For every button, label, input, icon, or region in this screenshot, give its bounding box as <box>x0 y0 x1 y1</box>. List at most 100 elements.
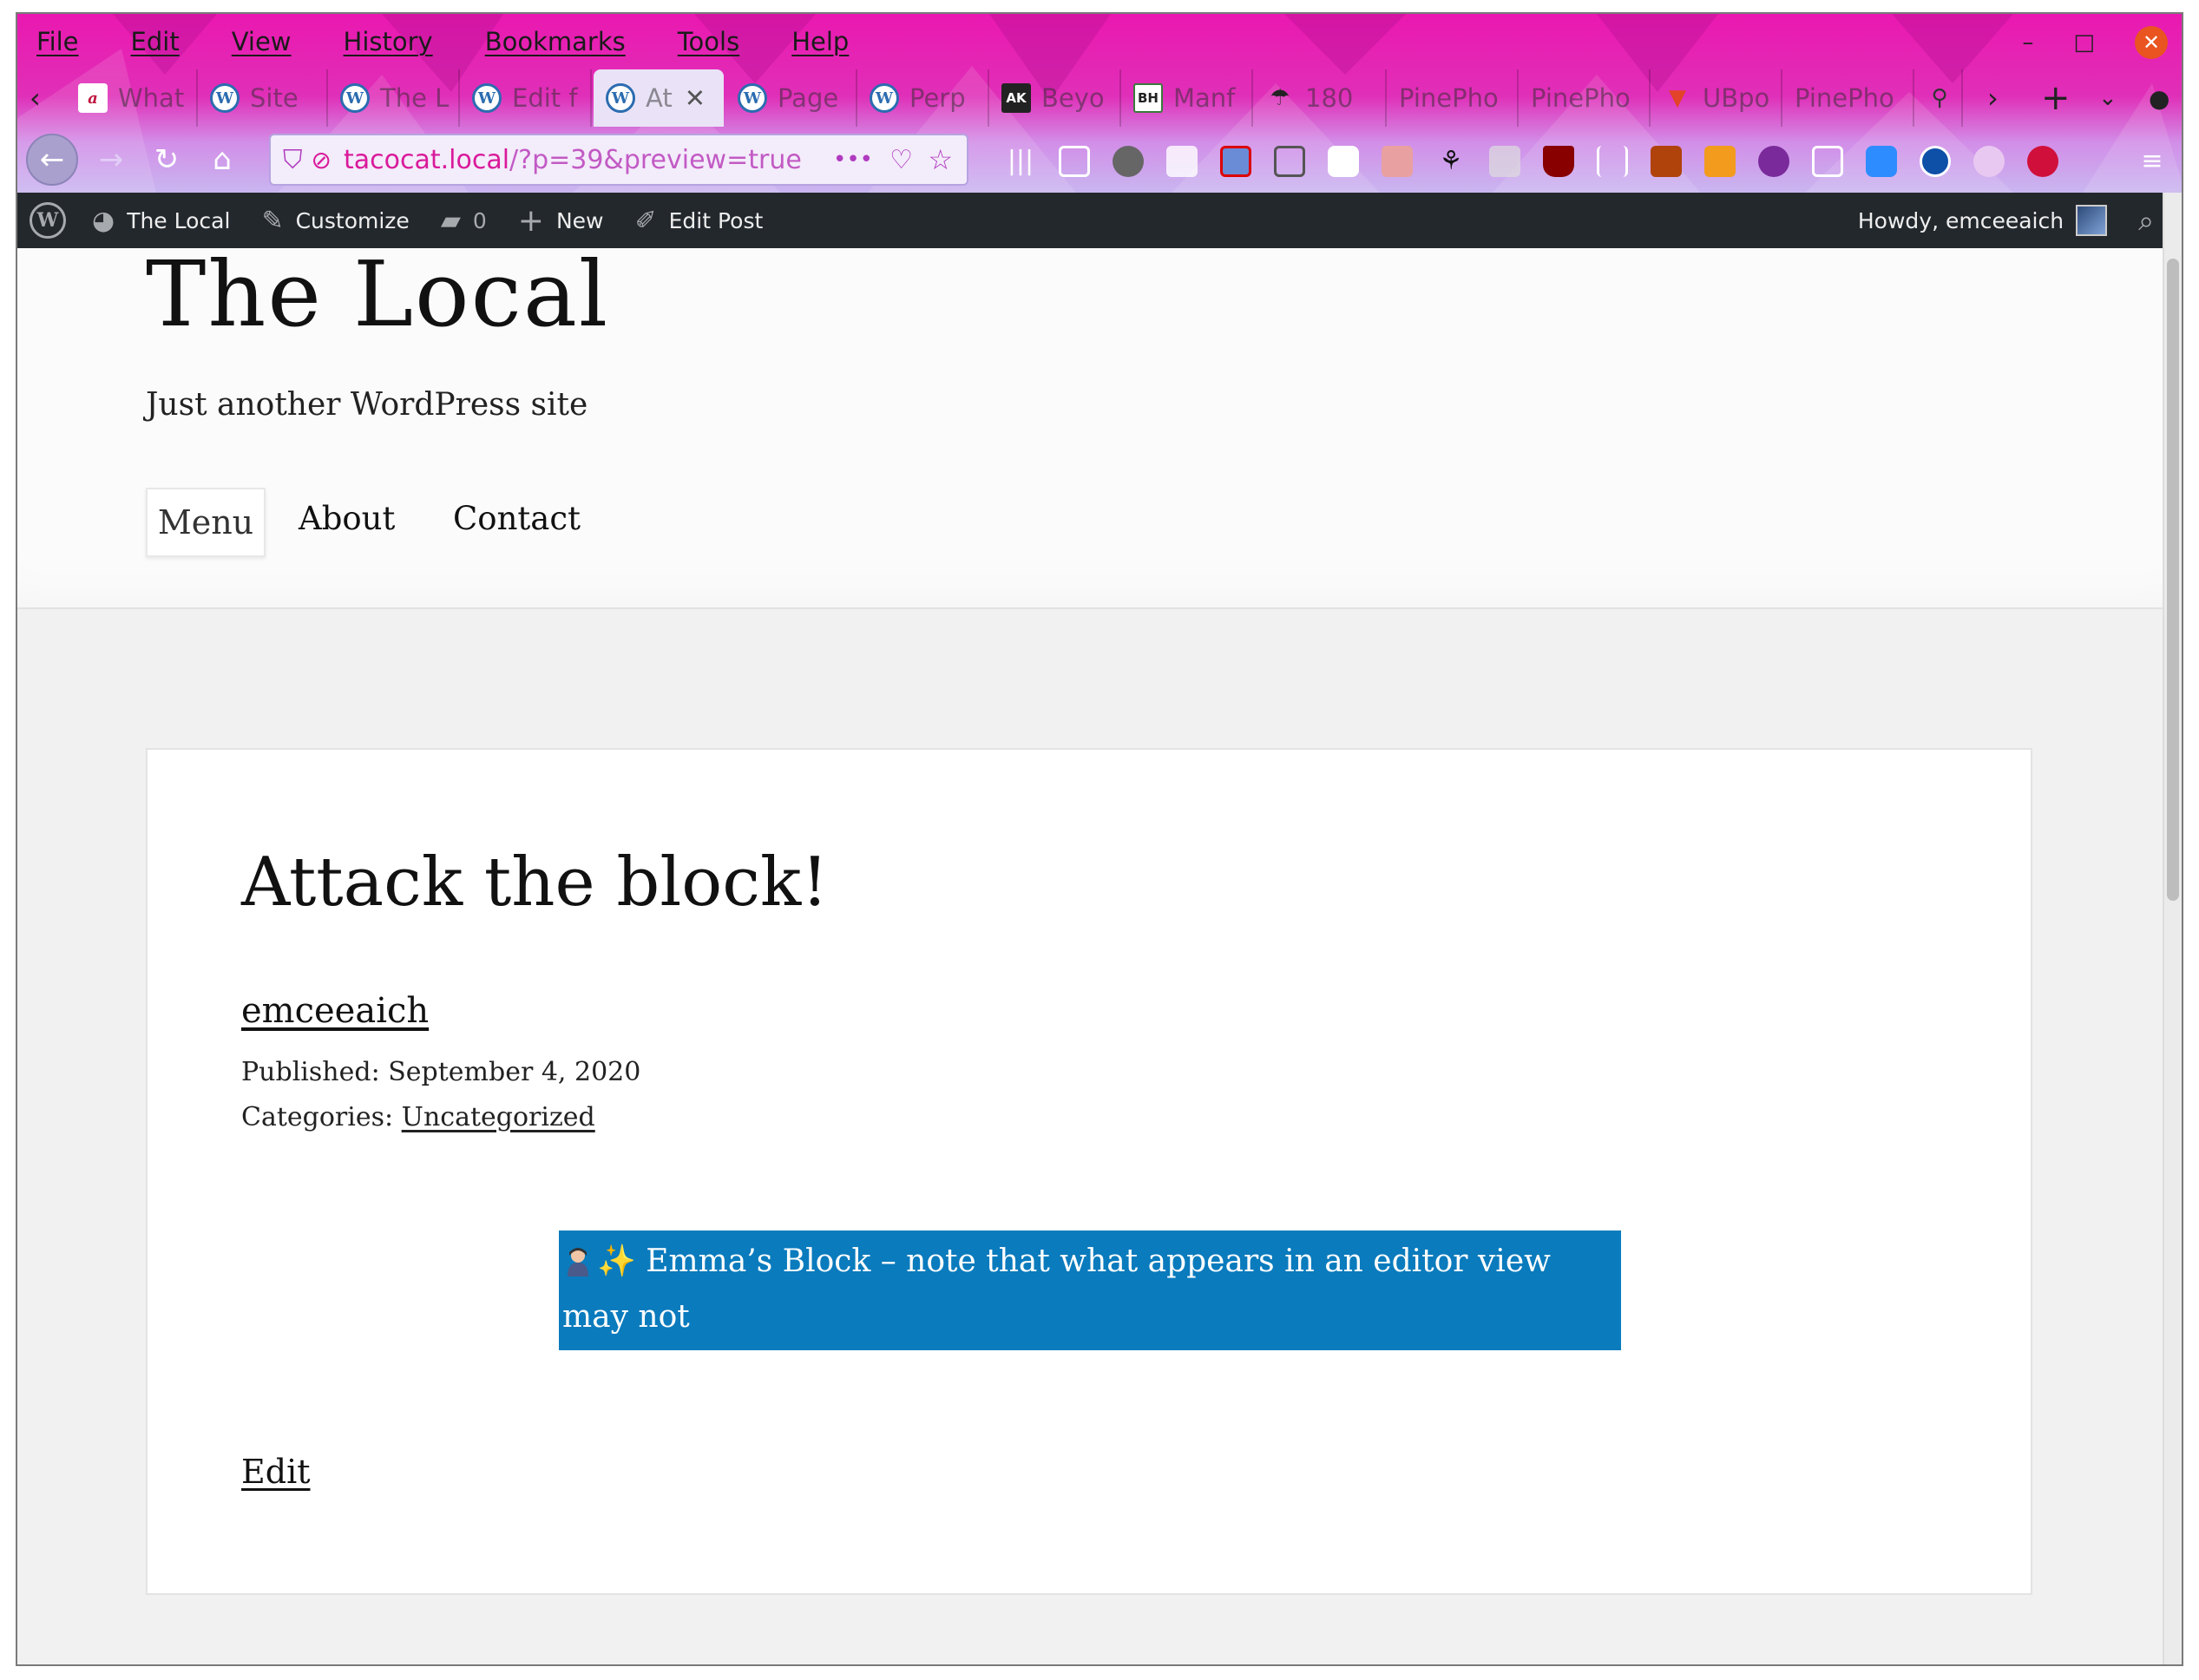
block-text-line-2: be what is rendered! <box>562 1355 893 1390</box>
gitlab-icon: ▼ <box>1669 85 1686 111</box>
avatar[interactable] <box>2076 205 2108 236</box>
search-icon[interactable]: ⌕ <box>2138 204 2154 238</box>
wordpress-logo-icon[interactable]: W <box>30 202 66 239</box>
scrollbar[interactable] <box>2163 193 2182 1664</box>
forward-button[interactable]: → <box>85 134 137 186</box>
pocket-icon[interactable]: ♡ <box>889 145 913 175</box>
notes-extension-icon[interactable] <box>1166 146 1198 177</box>
tab-label: PinePho <box>1795 83 1894 113</box>
close-window-button[interactable]: ✕ <box>2135 26 2168 59</box>
scrollbar-thumb[interactable] <box>2167 259 2179 901</box>
tab-scroll-left-icon[interactable]: ‹ <box>30 69 41 127</box>
a-icon: a <box>78 83 108 113</box>
shield-icon[interactable]: ⛉ <box>283 145 303 175</box>
tab[interactable]: PinePho <box>1782 69 1914 127</box>
tab[interactable]: W The L <box>328 69 460 127</box>
minimize-button[interactable]: – <box>2022 30 2033 56</box>
admin-comments-link[interactable]: ▰ 0 <box>441 206 487 236</box>
insecure-lock-icon[interactable]: ⊘ <box>312 146 331 174</box>
menu-view[interactable]: View <box>232 27 292 56</box>
rss-extension-icon[interactable] <box>1704 146 1736 177</box>
tab-close-icon[interactable]: ✕ <box>685 83 706 113</box>
menu-edit[interactable]: Edit <box>131 27 180 56</box>
tab-scroll-right-icon[interactable]: › <box>1987 69 1999 127</box>
admin-site-name: The Local <box>127 207 231 233</box>
ak-icon: AK <box>1001 83 1031 113</box>
menu-help[interactable]: Help <box>791 27 849 56</box>
menu-button[interactable]: Menu <box>146 488 266 557</box>
bookmark-extension-icon[interactable] <box>1382 146 1413 177</box>
wordpress-icon: W <box>210 83 240 113</box>
notification-extension-icon[interactable] <box>1220 146 1251 177</box>
profile-extension-icon[interactable] <box>1113 146 1144 177</box>
gnome-extension-icon[interactable]: ⚘ <box>1435 146 1467 177</box>
reader-extension-icon[interactable] <box>1489 146 1520 177</box>
tab[interactable]: ☂ 180 <box>1253 69 1387 127</box>
tab[interactable]: PinePho <box>1519 69 1651 127</box>
tab-label: At <box>646 83 673 113</box>
tab-active[interactable]: W At ✕ <box>594 69 724 127</box>
zoom-extension-icon[interactable] <box>1866 146 1897 177</box>
page-actions-icon[interactable]: ••• <box>833 147 873 173</box>
ublock-icon[interactable] <box>1543 146 1574 177</box>
menu-bar: File Edit View History Bookmarks Tools H… <box>36 24 901 59</box>
reload-button[interactable]: ↻ <box>141 134 193 186</box>
ghost-extension-icon[interactable] <box>1328 146 1359 177</box>
tab[interactable]: W Edit f <box>460 69 592 127</box>
flower-extension-icon[interactable] <box>1758 146 1789 177</box>
comment-icon: ▰ <box>440 205 461 236</box>
wordpress-icon: W <box>606 83 635 113</box>
play-extension-icon[interactable] <box>1973 146 2005 177</box>
bh-icon: BH <box>1133 83 1163 113</box>
tab[interactable]: W Site <box>198 69 328 127</box>
password-manager-icon[interactable] <box>1920 146 1951 177</box>
tab[interactable]: ⚲ <box>1914 69 1963 127</box>
comments-count: 0 <box>472 207 487 233</box>
admin-new-link[interactable]: + New <box>518 203 604 239</box>
hamburger-menu-icon[interactable]: ≡ <box>2137 146 2168 177</box>
container-extension-icon[interactable] <box>1274 146 1305 177</box>
plus-icon: + <box>517 202 544 239</box>
tab[interactable]: AK Beyo <box>989 69 1121 127</box>
post-author[interactable]: emceeaich <box>241 991 429 1031</box>
tab[interactable]: BH Manf <box>1121 69 1253 127</box>
menu-history[interactable]: History <box>344 27 433 56</box>
howdy-text[interactable]: Howdy, emceeaich <box>1858 208 2064 233</box>
back-button[interactable]: ← <box>26 134 78 186</box>
menu-file[interactable]: File <box>36 27 79 56</box>
dashboard-icon: ◕ <box>92 205 115 236</box>
new-tab-icon[interactable]: + <box>2041 69 2071 127</box>
url-host: tacocat.local <box>343 144 510 175</box>
tab-label: PinePho <box>1531 83 1631 113</box>
tab[interactable]: PinePho <box>1387 69 1519 127</box>
nav-contact[interactable]: Contact <box>453 500 581 537</box>
category-link[interactable]: Uncategorized <box>402 1102 595 1132</box>
menu-tools[interactable]: Tools <box>678 27 739 56</box>
site-title[interactable]: The Local <box>146 241 609 347</box>
admin-customize-link[interactable]: ✎ Customize <box>261 206 409 236</box>
tab[interactable]: ▼ UBpo <box>1651 69 1782 127</box>
library-icon[interactable]: ||| <box>1005 146 1036 177</box>
url-path: /?p=39&preview=true <box>509 144 802 175</box>
admin-edit-post-link[interactable]: ✐ Edit Post <box>635 206 764 236</box>
sidebar-icon[interactable] <box>1059 146 1090 177</box>
maximize-button[interactable]: □ <box>2073 30 2095 56</box>
mastodon-extension-icon[interactable] <box>2027 146 2058 177</box>
edit-post-link[interactable]: Edit <box>241 1453 311 1491</box>
tab[interactable]: a What <box>66 69 198 127</box>
home-button[interactable]: ⌂ <box>196 134 248 186</box>
url-text[interactable]: tacocat.local/?p=39&preview=true <box>344 145 802 175</box>
admin-site-link[interactable]: ◕ The Local <box>92 206 230 236</box>
private-browsing-icon[interactable]: ● <box>2149 69 2169 127</box>
gear-extension-icon[interactable] <box>1651 146 1682 177</box>
tab[interactable]: W Perp <box>857 69 989 127</box>
list-tabs-icon[interactable]: ⌄ <box>2098 69 2117 127</box>
tab[interactable]: W Page <box>725 69 857 127</box>
bookmark-star-icon[interactable]: ☆ <box>928 143 953 176</box>
nav-about[interactable]: About <box>299 500 395 537</box>
menu-bookmarks[interactable]: Bookmarks <box>485 27 626 56</box>
grid-extension-icon[interactable] <box>1597 146 1628 177</box>
edit-extension-icon[interactable] <box>1812 146 1843 177</box>
published-label: Published: <box>241 1057 380 1087</box>
url-bar[interactable]: ⛉ ⊘ tacocat.local/?p=39&preview=true •••… <box>269 134 968 186</box>
